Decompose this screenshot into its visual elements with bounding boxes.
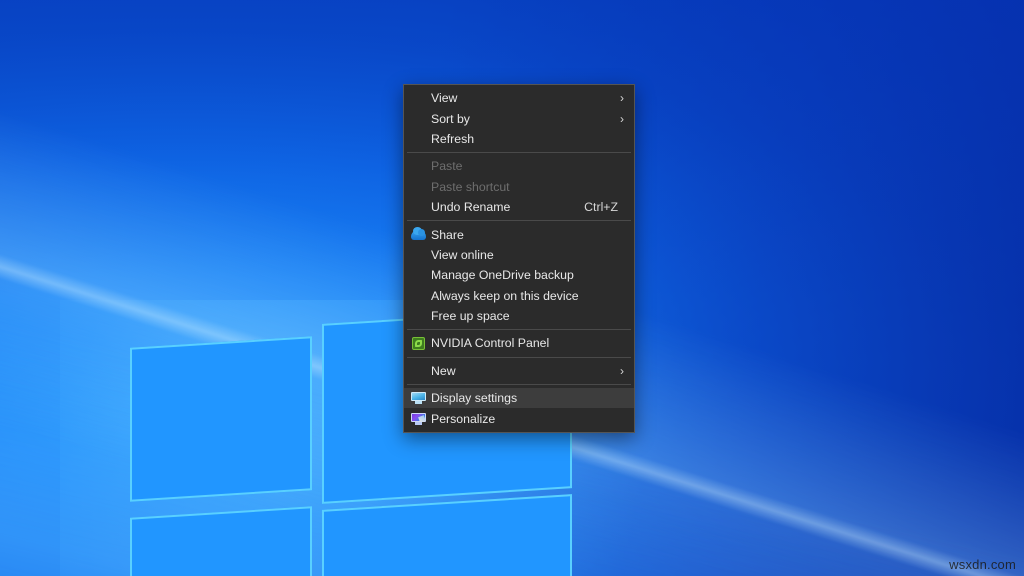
menu-item-manage-onedrive-backup[interactable]: Manage OneDrive backup — [404, 265, 634, 285]
menu-item-icon-placeholder — [409, 158, 427, 174]
display-monitor-icon — [409, 390, 427, 406]
chevron-right-icon: › — [620, 91, 624, 106]
menu-item-share[interactable]: Share — [404, 224, 634, 244]
menu-separator — [407, 384, 631, 386]
desktop[interactable]: wsxdn.com View › Sort by › Refresh Paste Paste… — [0, 0, 1024, 576]
menu-item-icon-placeholder — [409, 363, 427, 379]
menu-item-icon-placeholder — [409, 131, 427, 147]
menu-item-label: Display settings — [431, 391, 518, 406]
menu-item-new[interactable]: New › — [404, 361, 634, 381]
menu-item-nvidia-control-panel[interactable]: NVIDIA Control Panel — [404, 333, 634, 353]
menu-separator — [407, 220, 631, 222]
menu-item-refresh[interactable]: Refresh — [404, 129, 634, 149]
menu-separator — [407, 329, 631, 331]
menu-item-icon-placeholder — [409, 288, 427, 304]
menu-item-paste: Paste — [404, 156, 634, 176]
menu-item-label: Paste shortcut — [431, 179, 510, 194]
menu-item-icon-placeholder — [409, 179, 427, 195]
menu-item-icon-placeholder — [409, 199, 427, 215]
menu-item-icon-placeholder — [409, 90, 427, 106]
chevron-right-icon: › — [620, 111, 624, 126]
menu-item-icon-placeholder — [409, 111, 427, 127]
chevron-right-icon: › — [620, 363, 624, 378]
menu-item-icon-placeholder — [409, 247, 427, 263]
menu-item-label: Sort by — [431, 111, 470, 126]
menu-item-label: View online — [431, 247, 494, 262]
menu-item-label: New — [431, 363, 456, 378]
menu-item-label: NVIDIA Control Panel — [431, 336, 550, 351]
menu-separator — [407, 152, 631, 154]
menu-item-personalize[interactable]: Personalize — [404, 408, 634, 428]
menu-item-icon-placeholder — [409, 267, 427, 283]
windows-logo-pane-bottom-right — [322, 494, 572, 576]
windows-logo-pane-bottom-left — [130, 506, 312, 576]
menu-item-label: Paste — [431, 159, 463, 174]
menu-item-label: View — [431, 91, 458, 106]
desktop-context-menu[interactable]: View › Sort by › Refresh Paste Paste shortcut U… — [403, 84, 635, 433]
windows-logo-pane-top-left — [130, 336, 312, 502]
menu-item-label: Always keep on this device — [431, 288, 579, 303]
menu-separator — [407, 356, 631, 358]
menu-item-label: Free up space — [431, 309, 510, 324]
menu-item-label: Manage OneDrive backup — [431, 268, 574, 283]
menu-item-label: Personalize — [431, 411, 496, 426]
menu-item-label: Refresh — [431, 131, 475, 146]
menu-item-accelerator: Ctrl+Z — [584, 200, 618, 215]
nvidia-icon — [409, 335, 427, 351]
watermark: wsxdn.com — [949, 557, 1016, 572]
menu-item-label: Undo Rename — [431, 200, 511, 215]
menu-item-icon-placeholder — [409, 308, 427, 324]
menu-item-undo-rename[interactable]: Undo Rename Ctrl+Z — [404, 197, 634, 217]
menu-item-view[interactable]: View › — [404, 88, 634, 108]
menu-item-view-online[interactable]: View online — [404, 245, 634, 265]
menu-item-label: Share — [431, 227, 464, 242]
menu-item-sort-by[interactable]: Sort by › — [404, 108, 634, 128]
menu-item-paste-shortcut: Paste shortcut — [404, 177, 634, 197]
menu-item-always-keep-on-this-device[interactable]: Always keep on this device — [404, 286, 634, 306]
menu-item-free-up-space[interactable]: Free up space — [404, 306, 634, 326]
onedrive-cloud-icon — [409, 226, 427, 243]
personalize-monitor-icon — [409, 411, 427, 427]
menu-item-display-settings[interactable]: Display settings — [404, 388, 634, 409]
